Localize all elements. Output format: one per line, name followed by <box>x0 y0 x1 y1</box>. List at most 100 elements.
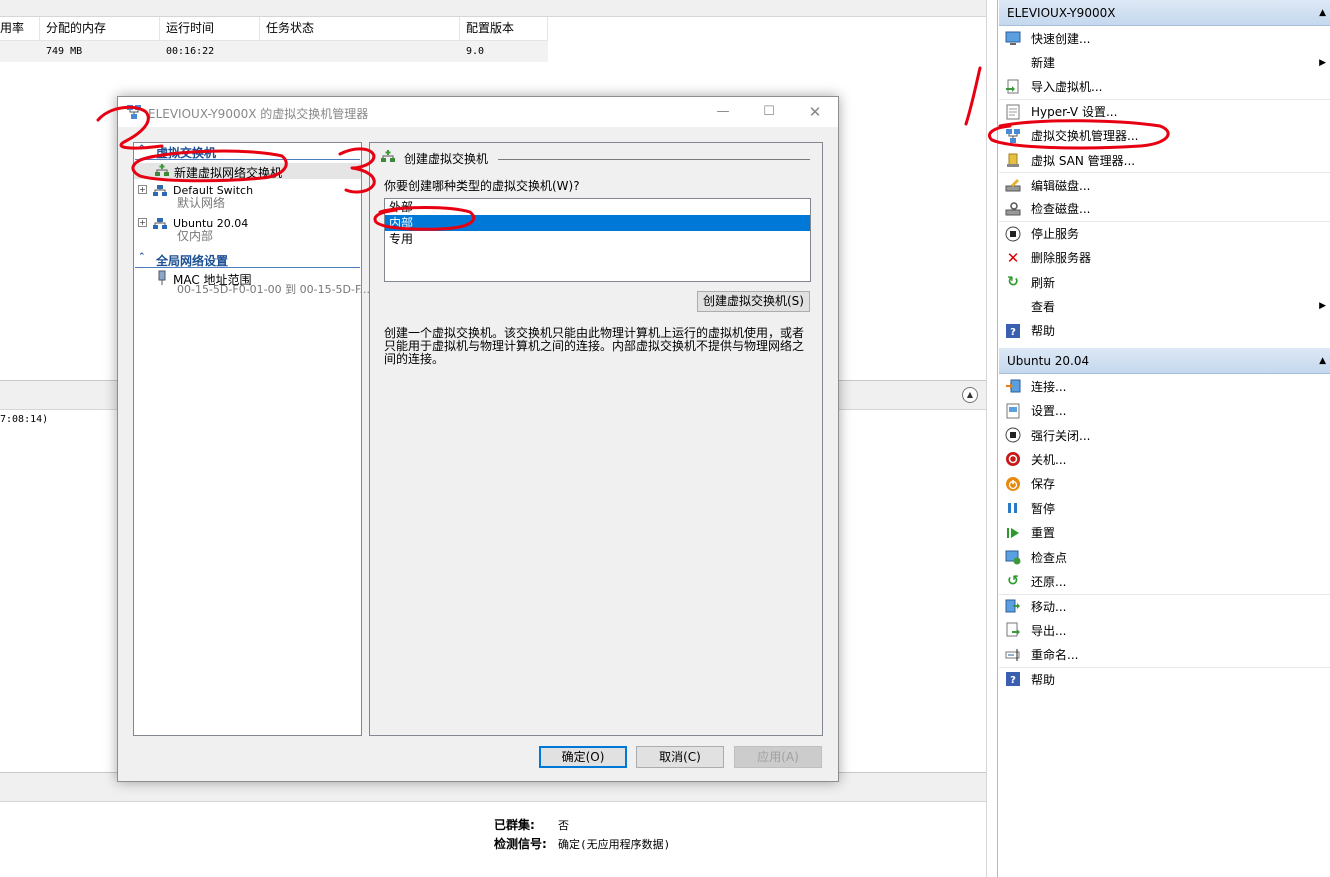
apply-button[interactable]: 应用(A) <box>734 746 822 768</box>
cell-status <box>260 41 460 62</box>
help-icon: ? <box>1005 323 1021 339</box>
panel-heading: 创建虚拟交换机 <box>380 149 810 167</box>
tree-item-default-switch[interactable]: + Default Switch <box>134 183 361 199</box>
action-hyperv-settings[interactable]: Hyper-V 设置... <box>999 99 1330 123</box>
checkpoint-entry[interactable]: 7:08:14) <box>0 414 48 425</box>
action-import-vm[interactable]: 导入虚拟机... <box>999 75 1330 99</box>
action-quick-create[interactable]: 快速创建... <box>999 26 1330 50</box>
action-help-vm[interactable]: ? 帮助 <box>999 666 1330 691</box>
action-view[interactable]: 查看 ▶ <box>999 294 1330 318</box>
action-move[interactable]: 移动... <box>999 593 1330 618</box>
action-inspect-disk[interactable]: 检查磁盘... <box>999 197 1330 221</box>
collapse-up-icon[interactable]: ▲ <box>962 387 978 403</box>
action-label: 帮助 <box>1031 672 1056 687</box>
switch-type-listbox[interactable]: 外部 内部 专用 <box>384 198 811 282</box>
actions-header-host[interactable]: ELEVIOUX-Y9000X ▲ <box>999 0 1330 26</box>
action-label: 移动... <box>1031 599 1067 614</box>
action-label: 检查点 <box>1031 550 1068 565</box>
action-revert[interactable]: ↺ 还原... <box>999 569 1330 593</box>
action-label: 强行关闭... <box>1031 428 1091 443</box>
turn-off-icon <box>1005 427 1021 443</box>
action-pause[interactable]: 暂停 <box>999 496 1330 520</box>
move-icon <box>1005 598 1021 614</box>
cell-version: 9.0 <box>466 46 485 57</box>
maximize-icon[interactable]: ☐ <box>746 97 792 127</box>
collapse-icon[interactable]: ▲ <box>1319 0 1326 26</box>
detail-value: 否 <box>558 819 569 832</box>
action-label: 关机... <box>1031 452 1067 467</box>
action-save[interactable]: 保存 <box>999 472 1330 496</box>
detail-clustered: 已群集: 否 <box>494 816 569 833</box>
action-settings[interactable]: 设置... <box>999 398 1330 422</box>
action-label: 暂停 <box>1031 501 1056 516</box>
blank-icon <box>1005 298 1021 314</box>
col-header-memory[interactable]: 分配的内存 <box>40 17 160 40</box>
action-edit-disk[interactable]: 编辑磁盘... <box>999 172 1330 196</box>
col-header-status[interactable]: 任务状态 <box>260 17 460 40</box>
col-header-uptime[interactable]: 运行时间 <box>160 17 260 40</box>
expand-plus-icon[interactable]: + <box>138 218 147 227</box>
action-help-host[interactable]: ? 帮助 <box>999 319 1330 343</box>
col-header-cpu[interactable]: 用率 <box>0 17 40 40</box>
action-export[interactable]: 导出... <box>999 618 1330 642</box>
option-private[interactable]: 专用 <box>385 231 810 247</box>
tree-section-global-network[interactable]: ⌃ 全局网络设置 <box>135 251 360 268</box>
minimize-icon[interactable]: — <box>700 97 746 127</box>
action-checkpoint[interactable]: 检查点 <box>999 545 1330 569</box>
action-label: 刷新 <box>1031 275 1056 290</box>
option-external[interactable]: 外部 <box>385 199 810 215</box>
tree-item-new-switch[interactable]: 新建虚拟网络交换机 <box>134 163 361 180</box>
detail-label: 检测信号: <box>494 837 547 851</box>
action-turn-off[interactable]: 强行关闭... <box>999 423 1330 447</box>
pane-splitter[interactable] <box>986 0 998 877</box>
col-header-version[interactable]: 配置版本 <box>460 17 548 40</box>
action-virtual-san-manager[interactable]: 虚拟 SAN 管理器... <box>999 148 1330 172</box>
mac-range-value: 00-15-5D-F0-01-00 到 00-15-5D-F... <box>177 283 371 296</box>
switch-manager-icon <box>126 104 142 120</box>
switch-manager-icon <box>1005 128 1021 144</box>
create-switch-button[interactable]: 创建虚拟交换机(S) <box>697 291 810 312</box>
import-icon <box>1005 79 1021 95</box>
dialog-title: ELEVIOUX-Y9000X 的虚拟交换机管理器 <box>148 107 369 121</box>
dialog-titlebar[interactable]: ELEVIOUX-Y9000X 的虚拟交换机管理器 — ☐ ✕ <box>118 97 838 127</box>
action-shutdown[interactable]: 关机... <box>999 447 1330 471</box>
collapse-chevron-icon[interactable]: ⌃ <box>138 144 146 154</box>
expand-plus-icon[interactable]: + <box>138 185 147 194</box>
action-connect[interactable]: 连接... <box>999 374 1330 398</box>
action-remove-server[interactable]: ✕ 删除服务器 <box>999 246 1330 270</box>
action-refresh[interactable]: ↻ 刷新 <box>999 270 1330 294</box>
action-rename[interactable]: 重命名... <box>999 642 1330 666</box>
collapse-icon[interactable]: ▲ <box>1319 348 1326 374</box>
collapse-chevron-icon[interactable]: ⌃ <box>138 252 146 262</box>
actions-header-label: Ubuntu 20.04 <box>1007 354 1090 369</box>
action-label: 连接... <box>1031 379 1067 394</box>
action-new[interactable]: 新建 ▶ <box>999 50 1330 74</box>
action-stop-service[interactable]: 停止服务 <box>999 221 1330 245</box>
vm-table-header: 用率 分配的内存 运行时间 任务状态 配置版本 <box>0 17 548 41</box>
tree-section-virtual-switches[interactable]: ⌃ 虚拟交换机 <box>135 143 360 160</box>
submenu-arrow-icon: ▶ <box>1319 301 1326 312</box>
network-switch-icon <box>152 216 168 232</box>
quick-create-icon <box>1005 30 1021 46</box>
tree-item-ubuntu-switch[interactable]: + Ubuntu 20.04 <box>134 216 361 232</box>
settings-doc-icon <box>1005 104 1021 120</box>
actions-header-vm[interactable]: Ubuntu 20.04 ▲ <box>999 348 1330 375</box>
switch-tree: ⌃ 虚拟交换机 新建虚拟网络交换机 + Default Switch 默认网络 … <box>133 142 370 736</box>
detail-heartbeat: 检测信号: 确定(无应用程序数据) <box>494 835 670 852</box>
action-label: 删除服务器 <box>1031 251 1092 266</box>
network-adapter-icon <box>154 270 170 286</box>
cancel-button[interactable]: 取消(C) <box>636 746 724 768</box>
connect-icon <box>1005 378 1021 394</box>
option-internal[interactable]: 内部 <box>385 215 810 231</box>
table-row[interactable]: 749 MB 00:16:22 9.0 <box>0 41 548 62</box>
shutdown-icon <box>1005 451 1021 467</box>
action-label: 编辑磁盘... <box>1031 178 1091 193</box>
vm-table: 用率 分配的内存 运行时间 任务状态 配置版本 749 MB 00:16:22 … <box>0 17 548 62</box>
ok-button[interactable]: 确定(O) <box>539 746 627 768</box>
action-label: 保存 <box>1031 477 1056 492</box>
action-virtual-switch-manager[interactable]: 虚拟交换机管理器... <box>999 124 1330 148</box>
rename-icon <box>1005 647 1021 663</box>
action-reset[interactable]: 重置 <box>999 520 1330 544</box>
actions-header-label: ELEVIOUX-Y9000X <box>1007 6 1116 20</box>
close-icon[interactable]: ✕ <box>792 97 838 127</box>
